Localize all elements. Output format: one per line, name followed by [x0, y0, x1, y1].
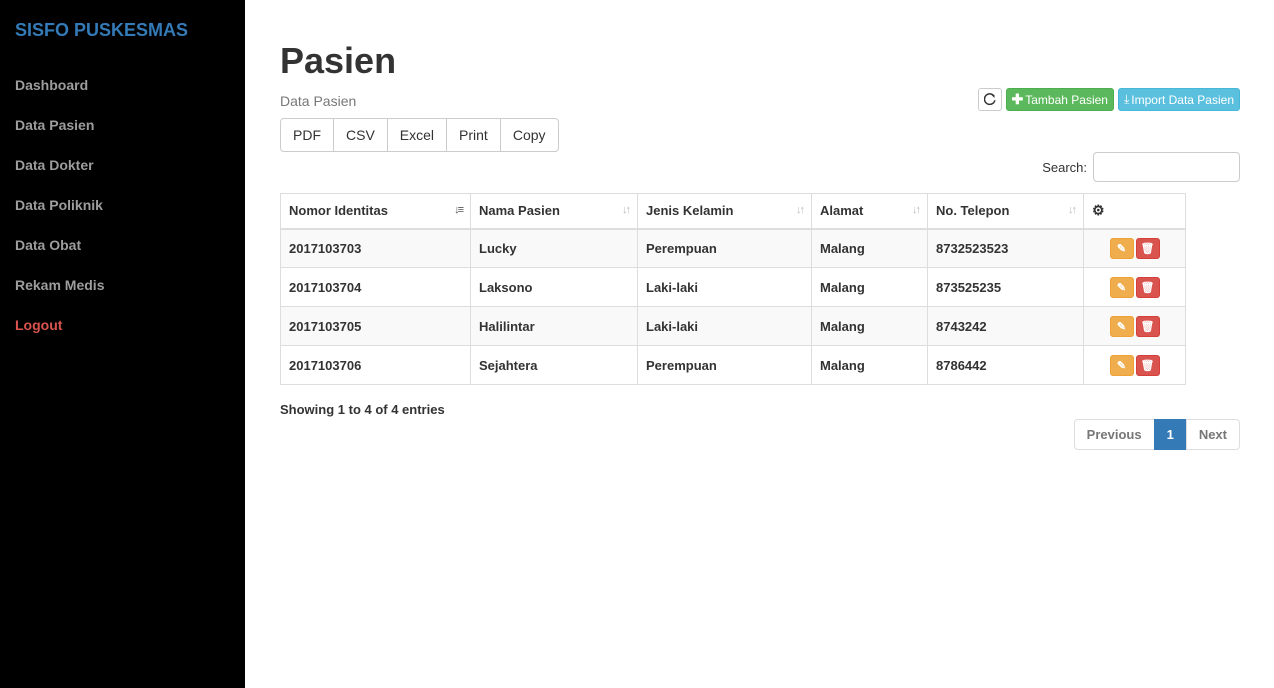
export-csv-button[interactable]: CSV [334, 118, 388, 152]
cell-alamat: Malang [811, 267, 928, 307]
top-actions: ✚ Tambah Pasien ⤓ Import Data Pasien [977, 88, 1240, 111]
edit-icon[interactable]: ✎ [1109, 315, 1134, 337]
column-header-nama-pasien[interactable]: Nama Pasien ↓↑ [470, 193, 638, 230]
cell-no-telepon: 873525235 [927, 267, 1084, 307]
cell-jenis-kelamin: Perempuan [637, 228, 812, 268]
trash-icon[interactable]: 🗑 [1135, 354, 1160, 376]
sidebar-item-data-dokter[interactable]: Data Dokter [15, 157, 94, 173]
sort-asc-icon: ↓≡ [454, 204, 464, 216]
table-row: 2017103704 Laksono Laki-laki Malang 8735… [280, 267, 1186, 307]
column-label: Alamat [820, 203, 864, 219]
export-excel-button[interactable]: Excel [387, 118, 448, 152]
pagination: Previous 1 Next [1073, 419, 1240, 450]
cell-actions: ✎ 🗑 [1083, 306, 1186, 346]
cell-no-telepon: 8743242 [927, 306, 1084, 346]
cell-jenis-kelamin: Laki-laki [637, 306, 812, 346]
sidebar-item-data-obat[interactable]: Data Obat [15, 237, 81, 253]
import-patient-button[interactable]: ⤓ Import Data Pasien [1117, 88, 1240, 111]
search-area: Search: [1042, 152, 1240, 182]
column-header-alamat[interactable]: Alamat ↓↑ [811, 193, 928, 230]
sidebar-item-data-poliknik[interactable]: Data Poliknik [15, 197, 103, 213]
table-row: 2017103703 Lucky Perempuan Malang 873252… [280, 228, 1186, 268]
page-1-button[interactable]: 1 [1153, 419, 1187, 450]
import-patient-label: Import Data Pasien [1131, 92, 1234, 107]
column-label: Nama Pasien [479, 203, 560, 219]
column-label: Nomor Identitas [289, 203, 388, 219]
gear-icon: ⚙ [1092, 202, 1105, 219]
cell-jenis-kelamin: Laki-laki [637, 267, 812, 307]
cell-actions: ✎ 🗑 [1083, 345, 1186, 385]
edit-icon[interactable]: ✎ [1109, 276, 1134, 298]
column-header-no-telepon[interactable]: No. Telepon ↓↑ [927, 193, 1084, 230]
column-header-actions: ⚙ [1083, 193, 1186, 230]
export-pdf-button[interactable]: PDF [280, 118, 334, 152]
refresh-icon [983, 93, 996, 106]
cell-nama-pasien: Halilintar [470, 306, 638, 346]
brand-title[interactable]: SISFO PUSKESMAS [15, 20, 188, 41]
cell-nomor-identitas: 2017103706 [280, 345, 471, 385]
next-page-button[interactable]: Next [1185, 419, 1240, 450]
column-header-nomor-identitas[interactable]: Nomor Identitas ↓≡ [280, 193, 471, 230]
add-patient-button[interactable]: ✚ Tambah Pasien [1005, 88, 1114, 111]
cell-alamat: Malang [811, 345, 928, 385]
trash-icon[interactable]: 🗑 [1135, 276, 1160, 298]
sort-icon: ↓↑ [796, 204, 805, 216]
table-info: Showing 1 to 4 of 4 entries [280, 402, 445, 417]
column-label: No. Telepon [936, 203, 1010, 219]
cell-nomor-identitas: 2017103705 [280, 306, 471, 346]
sort-icon: ↓↑ [1068, 204, 1077, 216]
cell-nama-pasien: Laksono [470, 267, 638, 307]
cell-jenis-kelamin: Perempuan [637, 345, 812, 385]
edit-icon[interactable]: ✎ [1109, 237, 1134, 259]
sidebar-item-dashboard[interactable]: Dashboard [15, 77, 88, 93]
edit-icon[interactable]: ✎ [1109, 354, 1134, 376]
cell-nama-pasien: Sejahtera [470, 345, 638, 385]
sidebar-item-rekam-medis[interactable]: Rekam Medis [15, 277, 104, 293]
cell-nomor-identitas: 2017103703 [280, 228, 471, 268]
main-content: Pasien Data Pasien ✚ Tambah Pasien ⤓ Imp… [280, 0, 1240, 688]
sort-icon: ↓↑ [622, 204, 631, 216]
import-icon: ⤓ [1123, 92, 1130, 106]
plus-icon: ✚ [1011, 91, 1024, 107]
copy-button[interactable]: Copy [500, 118, 559, 152]
export-button-group: PDF CSV Excel Print Copy [280, 118, 559, 152]
page-title: Pasien [280, 40, 397, 81]
table-row: 2017103706 Sejahtera Perempuan Malang 87… [280, 345, 1186, 385]
cell-nomor-identitas: 2017103704 [280, 267, 471, 307]
sidebar-item-logout[interactable]: Logout [15, 317, 62, 333]
cell-alamat: Malang [811, 228, 928, 268]
sidebar-item-data-pasien[interactable]: Data Pasien [15, 117, 94, 133]
cell-nama-pasien: Lucky [470, 228, 638, 268]
trash-icon[interactable]: 🗑 [1135, 237, 1160, 259]
table-header-row: Nomor Identitas ↓≡ Nama Pasien ↓↑ Jenis Ke… [280, 193, 1186, 230]
previous-page-button[interactable]: Previous [1073, 419, 1155, 450]
print-button[interactable]: Print [447, 118, 501, 152]
search-input[interactable] [1093, 152, 1240, 182]
page-subtitle: Data Pasien [280, 93, 357, 109]
cell-no-telepon: 8786442 [927, 345, 1084, 385]
sidebar: SISFO PUSKESMAS Dashboard Data Pasien Da… [0, 0, 245, 688]
cell-no-telepon: 8732523523 [927, 228, 1084, 268]
cell-alamat: Malang [811, 306, 928, 346]
column-header-jenis-kelamin[interactable]: Jenis Kelamin ↓↑ [637, 193, 812, 230]
search-label: Search: [1042, 159, 1087, 175]
refresh-button[interactable] [977, 88, 1002, 111]
trash-icon[interactable]: 🗑 [1135, 315, 1160, 337]
sort-icon: ↓↑ [912, 204, 921, 216]
cell-actions: ✎ 🗑 [1083, 267, 1186, 307]
add-patient-label: Tambah Pasien [1025, 92, 1108, 107]
column-label: Jenis Kelamin [646, 203, 734, 219]
table-row: 2017103705 Halilintar Laki-laki Malang 8… [280, 306, 1186, 346]
cell-actions: ✎ 🗑 [1083, 228, 1186, 268]
patients-table: Nomor Identitas ↓≡ Nama Pasien ↓↑ Jenis Ke… [280, 193, 1186, 385]
